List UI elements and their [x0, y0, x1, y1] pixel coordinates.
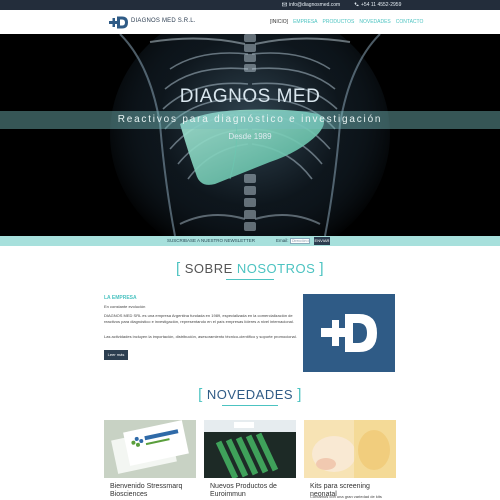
news-card[interactable]: Nuevos Productos de Euroimmun: [204, 420, 296, 500]
news-title-underline: [222, 405, 278, 406]
phone-text: +54 11 4552-2959: [361, 2, 402, 8]
hero-subtitle: Reactivos para diagnóstico e investigaci…: [117, 114, 383, 125]
bracket-open: [: [198, 386, 203, 403]
news-title: NOVEDADES: [206, 387, 294, 402]
about-subheading: En constante evolución: [104, 304, 146, 309]
news-section-title: [ NOVEDADES ]: [0, 386, 500, 403]
nav-inicio[interactable]: [INICIO]: [270, 19, 288, 25]
about-title-underline: [226, 279, 274, 280]
about-paragraph-1: DIAGNOS MED SRL es una empresa Argentina…: [104, 313, 294, 324]
newsletter-bar: SUSCRIBASE A NUESTRO NEWSLETTER Email: D…: [0, 236, 500, 246]
hero-banner: DIAGNOS MED Reactivos para diagnóstico e…: [0, 34, 500, 236]
about-logo-panel: [303, 294, 395, 372]
news-card-image: [104, 420, 196, 478]
about-paragraph-2: Las actividades incluyen la importación,…: [104, 334, 297, 339]
newsletter-email-label: Email:: [276, 238, 289, 243]
phone-icon: [354, 2, 359, 7]
newsletter-label: SUSCRIBASE A NUESTRO NEWSLETTER: [167, 238, 256, 243]
nav-contacto[interactable]: CONTACTO: [396, 19, 424, 25]
about-section-title: [ SOBRE NOSOTROS ]: [0, 260, 500, 277]
about-title-part2: NOSOTROS: [236, 261, 316, 276]
bracket-open: [: [175, 260, 181, 277]
read-more-button[interactable]: Leer más: [104, 350, 128, 360]
hero-since: Desde 1989: [228, 132, 272, 141]
news-card[interactable]: Bienvenido Stressmarq Biosciences: [104, 420, 196, 500]
phone-contact[interactable]: +54 11 4552-2959: [354, 1, 401, 9]
brand-name: DIAGNOS MED S.R.L.: [131, 18, 196, 24]
diagnos-med-logo[interactable]: [109, 15, 129, 30]
newsletter-submit-button[interactable]: ENVIAR: [314, 237, 330, 245]
news-card-title[interactable]: Bienvenido Stressmarq Biosciences: [110, 483, 196, 499]
email-text: info@diagnosmed.com: [289, 2, 341, 8]
email-contact[interactable]: info@diagnosmed.com: [282, 1, 340, 9]
news-card-text: Contamos con una gran variedad de kits: [310, 494, 382, 499]
hero-title: DIAGNOS MED: [0, 86, 500, 108]
envelope-icon: [282, 2, 287, 7]
news-card-title[interactable]: Nuevos Productos de Euroimmun: [210, 483, 296, 499]
top-contact-bar: info@diagnosmed.com +54 11 4552-2959: [0, 0, 500, 10]
nav-novedades[interactable]: NOVEDADES: [359, 19, 390, 25]
page: info@diagnosmed.com +54 11 4552-2959 DIA…: [0, 0, 500, 500]
hero-title-part2: MED: [270, 86, 321, 107]
diagnos-med-logo-large: [321, 314, 377, 352]
news-card[interactable]: Kits para screening neonatal Contamos co…: [304, 420, 396, 500]
euroimmun-strips-image: [204, 420, 296, 478]
newborn-screening-image: [304, 420, 396, 478]
nav-productos[interactable]: PRODUCTOS: [323, 19, 355, 25]
site-header: DIAGNOS MED S.R.L. [INICIO] EMPRESA PROD…: [0, 10, 500, 34]
hero-title-part1: DIAGNOS: [179, 86, 271, 107]
nav-empresa[interactable]: EMPRESA: [293, 19, 317, 25]
newsletter-email-input[interactable]: Dirección de email: [290, 238, 310, 244]
bracket-close: ]: [297, 386, 302, 403]
about-title-part1: SOBRE: [184, 261, 237, 276]
bracket-close: ]: [319, 260, 325, 277]
news-card-image: [304, 420, 396, 478]
about-heading: LA EMPRESA: [104, 295, 137, 301]
main-nav: [INICIO] EMPRESA PRODUCTOS NOVEDADES CON…: [270, 19, 423, 25]
stressmarq-cards-image: [104, 420, 196, 478]
news-card-image: [204, 420, 296, 478]
